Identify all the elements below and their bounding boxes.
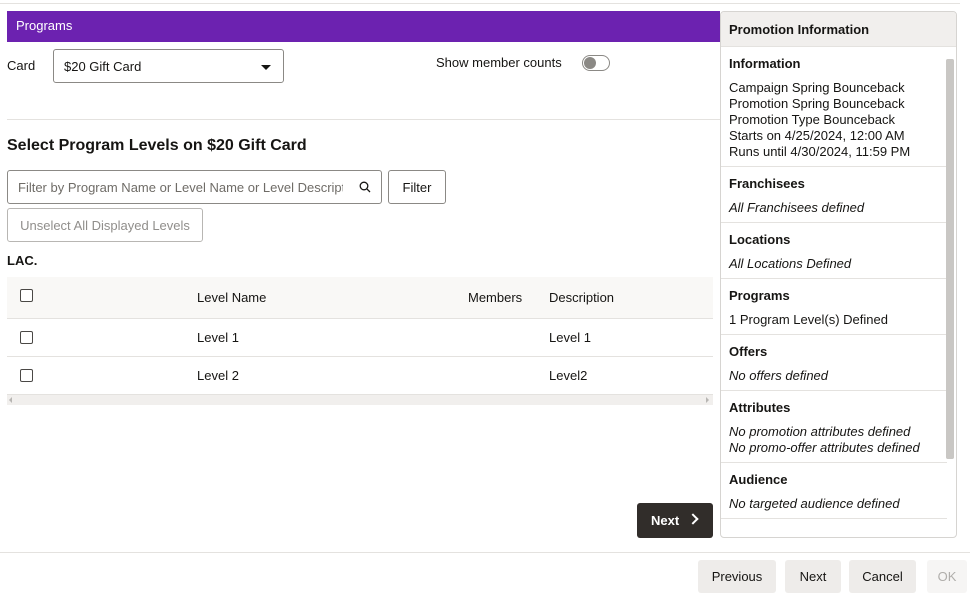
section-divider: [7, 119, 720, 120]
info-section-information: Information Campaign Spring Bounceback P…: [721, 47, 947, 167]
levels-table: Level Name Members Description Level 1 L…: [7, 277, 713, 405]
starts-on-line: Starts on 4/25/2024, 12:00 AM: [729, 128, 905, 143]
column-header-members[interactable]: Members: [468, 290, 522, 305]
level-name-cell: Level 2: [197, 368, 239, 383]
cancel-button[interactable]: Cancel: [849, 560, 916, 593]
section-title: Select Program Levels on $20 Gift Card: [7, 137, 307, 154]
next-step-button[interactable]: Next: [637, 503, 713, 538]
row-checkbox[interactable]: [20, 369, 33, 382]
section-heading: Offers: [729, 344, 768, 359]
level-name-cell: Level 1: [197, 330, 239, 345]
program-group-label: LAC.: [7, 253, 38, 268]
card-select[interactable]: $20 Gift Card: [53, 49, 284, 83]
table-header: Level Name Members Description: [7, 277, 713, 319]
previous-button[interactable]: Previous: [698, 560, 776, 593]
section-heading: Attributes: [729, 400, 791, 415]
footer-divider: [0, 552, 970, 553]
card-label: Card: [7, 58, 36, 73]
promotion-info-title: Promotion Information: [721, 12, 956, 47]
programs-header: Programs: [7, 11, 720, 42]
promo-offer-attributes-value: No promo-offer attributes defined: [729, 440, 920, 455]
top-rule: [0, 3, 960, 4]
filter-field[interactable]: [7, 170, 382, 204]
promotion-info-body: Information Campaign Spring Bounceback P…: [721, 47, 947, 537]
toggle-knob: [584, 57, 596, 69]
unselect-all-button[interactable]: Unselect All Displayed Levels: [7, 208, 203, 242]
description-cell: Level 1: [549, 330, 591, 345]
column-header-level-name[interactable]: Level Name: [197, 290, 266, 305]
scroll-left-icon[interactable]: [9, 397, 12, 403]
section-heading: Programs: [729, 288, 790, 303]
audience-value: No targeted audience defined: [729, 496, 900, 511]
section-heading: Locations: [729, 232, 791, 247]
next-step-label: Next: [651, 513, 680, 528]
card-select-value: $20 Gift Card: [64, 59, 142, 74]
locations-value: All Locations Defined: [729, 256, 852, 271]
promotion-type-line: Promotion Type Bounceback: [729, 112, 895, 127]
section-heading: Information: [729, 56, 801, 71]
info-section-franchisees: Franchisees All Franchisees defined: [721, 167, 947, 223]
chevron-right-icon: [687, 513, 699, 525]
franchisees-value: All Franchisees defined: [729, 200, 865, 215]
description-cell: Level2: [549, 368, 588, 383]
info-section-attributes: Attributes No promotion attributes defin…: [721, 391, 947, 463]
info-section-programs: Programs 1 Program Level(s) Defined: [721, 279, 947, 335]
table-row[interactable]: Level 1 Level 1: [7, 319, 713, 357]
table-row[interactable]: Level 2 Level2: [7, 357, 713, 395]
programs-value: 1 Program Level(s) Defined: [729, 312, 888, 327]
info-section-audience: Audience No targeted audience defined: [721, 463, 947, 519]
filter-button[interactable]: Filter: [388, 170, 446, 204]
promotion-attributes-value: No promotion attributes defined: [729, 424, 911, 439]
info-section-offers: Offers No offers defined: [721, 335, 947, 391]
show-member-counts-toggle[interactable]: [582, 55, 610, 71]
section-heading: Franchisees: [729, 176, 805, 191]
filter-input[interactable]: [8, 171, 343, 203]
section-heading: Audience: [729, 472, 788, 487]
select-all-checkbox[interactable]: [20, 289, 33, 302]
chevron-down-icon: [261, 65, 271, 70]
promotion-info-panel: Promotion Information Information Campai…: [720, 11, 957, 538]
scrollbar-thumb[interactable]: [946, 59, 954, 459]
column-header-description[interactable]: Description: [549, 290, 614, 305]
next-button[interactable]: Next: [785, 560, 841, 593]
runs-until-line: Runs until 4/30/2024, 11:59 PM: [729, 144, 911, 159]
info-section-locations: Locations All Locations Defined: [721, 223, 947, 279]
search-icon[interactable]: [359, 181, 371, 193]
show-member-counts-label: Show member counts: [436, 55, 562, 70]
offers-value: No offers defined: [729, 368, 829, 383]
vertical-scrollbar[interactable]: [946, 59, 954, 459]
row-checkbox[interactable]: [20, 331, 33, 344]
scroll-right-icon[interactable]: [706, 397, 709, 403]
horizontal-scrollbar[interactable]: [7, 395, 713, 405]
ok-button[interactable]: OK: [927, 560, 967, 593]
promotion-line: Promotion Spring Bounceback: [729, 96, 905, 111]
campaign-line: Campaign Spring Bounceback: [729, 80, 905, 95]
